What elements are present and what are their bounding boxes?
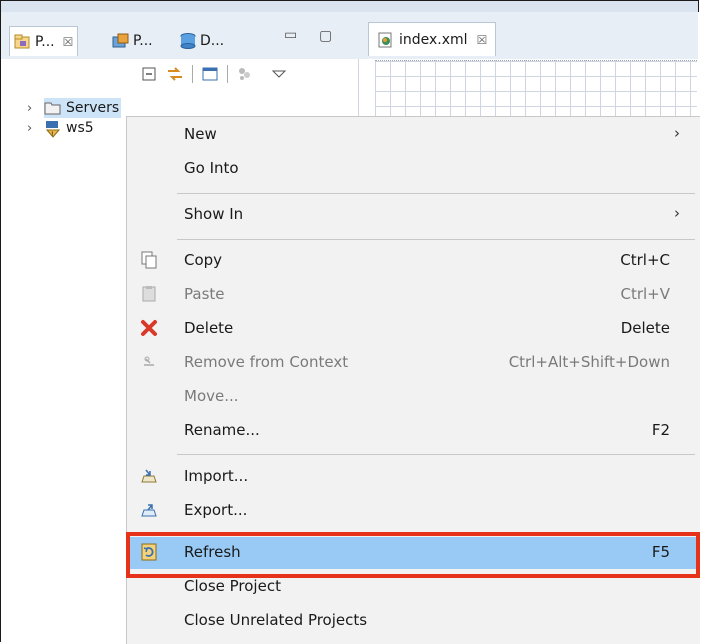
menu-item-delete[interactable]: Delete Delete: [127, 313, 700, 345]
tab-label: P...: [133, 33, 153, 49]
delete-icon: [140, 319, 158, 337]
menu-item-import[interactable]: Import...: [127, 461, 700, 493]
menu-item-export[interactable]: Export...: [127, 495, 700, 527]
copy-icon: [140, 251, 158, 269]
annotation-highlight-box: [126, 532, 700, 578]
editor-tab-label: index.xml: [399, 31, 468, 48]
menu-accelerator: Ctrl+Alt+Shift+Down: [508, 353, 670, 371]
maximize-icon[interactable]: ▢: [319, 28, 332, 44]
toolbar-separator: [227, 65, 228, 83]
project-explorer-icon: [112, 33, 130, 49]
web-project-icon: !: [44, 120, 62, 138]
remove-context-icon: [140, 353, 158, 371]
menu-item-label: Close Project: [184, 577, 281, 595]
package-explorer-icon: [14, 34, 32, 50]
view-menu-icon[interactable]: [270, 65, 288, 83]
database-icon: [179, 33, 197, 49]
export-icon: [140, 501, 158, 519]
close-icon[interactable]: ☒: [63, 35, 74, 49]
expand-chevron-icon[interactable]: ›: [27, 101, 32, 116]
left-view-tab-bar: P... ☒ P... D... ▭ ▢: [1, 12, 358, 59]
menu-item-label: New: [184, 125, 217, 143]
tab-project-explorer[interactable]: P...: [112, 28, 153, 54]
paste-icon: [140, 285, 158, 303]
menu-item-label: Export...: [184, 501, 248, 519]
tree-item-servers[interactable]: Servers: [44, 98, 122, 118]
menu-separator: [177, 454, 695, 455]
menu-item-remove-from-context[interactable]: Remove from Context Ctrl+Alt+Shift+Down: [127, 347, 700, 379]
link-with-editor-icon[interactable]: [166, 65, 184, 83]
menu-item-new[interactable]: New ›: [127, 119, 700, 151]
tree-item-label: ws5: [66, 120, 94, 136]
filter-icon[interactable]: [236, 65, 254, 83]
menu-item-close-unrelated-projects[interactable]: Close Unrelated Projects: [127, 605, 700, 637]
minimize-icon[interactable]: ▭: [284, 27, 297, 43]
menu-item-show-in[interactable]: Show In ›: [127, 199, 700, 231]
menu-item-copy[interactable]: Copy Ctrl+C: [127, 245, 700, 277]
menu-item-label: Close Unrelated Projects: [184, 611, 368, 629]
menu-item-label: Rename...: [184, 421, 260, 439]
expand-chevron-icon[interactable]: ›: [27, 121, 32, 136]
svg-text:!: !: [51, 131, 53, 138]
menu-accelerator: Ctrl+V: [620, 285, 670, 303]
menu-item-label: Show In: [184, 205, 244, 223]
menu-item-label: Copy: [184, 251, 223, 269]
import-icon: [140, 467, 158, 485]
menu-accelerator: Delete: [620, 319, 670, 337]
tab-label: P...: [35, 33, 55, 50]
menu-item-label: Delete: [184, 319, 234, 337]
menu-accelerator: Ctrl+C: [620, 251, 670, 269]
focus-icon[interactable]: [201, 65, 219, 83]
tab-data-source[interactable]: D...: [179, 28, 224, 54]
tab-label: D...: [200, 33, 225, 49]
tab-index-xml[interactable]: index.xml ☒: [368, 22, 497, 56]
tab-package-explorer[interactable]: P... ☒: [9, 26, 79, 56]
design-grid: [375, 60, 697, 116]
tree-item-ws5[interactable]: ! ws5: [44, 118, 94, 138]
view-toolbar: [140, 62, 288, 86]
menu-item-label: Go Into: [184, 159, 239, 177]
collapse-all-icon[interactable]: [140, 65, 158, 83]
close-icon[interactable]: ☒: [477, 33, 488, 47]
toolbar-separator: [192, 65, 193, 83]
xml-file-icon: [377, 32, 395, 48]
menu-item-paste[interactable]: Paste Ctrl+V: [127, 279, 700, 311]
menu-item-move[interactable]: Move...: [127, 381, 700, 413]
tree-item-label: Servers: [66, 100, 120, 116]
menu-item-go-into[interactable]: Go Into: [127, 153, 700, 185]
menu-separator: [177, 239, 695, 240]
menu-item-label: Import...: [184, 467, 249, 485]
submenu-arrow-icon: ›: [674, 124, 680, 142]
submenu-arrow-icon: ›: [674, 204, 680, 222]
folder-icon: [44, 100, 62, 116]
menu-separator: [177, 193, 695, 194]
menu-item-label: Paste: [184, 285, 225, 303]
window-top-strip: [1, 1, 698, 12]
menu-accelerator: F2: [651, 421, 670, 439]
menu-item-label: Remove from Context: [184, 353, 349, 371]
menu-item-rename[interactable]: Rename... F2: [127, 415, 700, 447]
menu-item-label: Move...: [184, 387, 239, 405]
